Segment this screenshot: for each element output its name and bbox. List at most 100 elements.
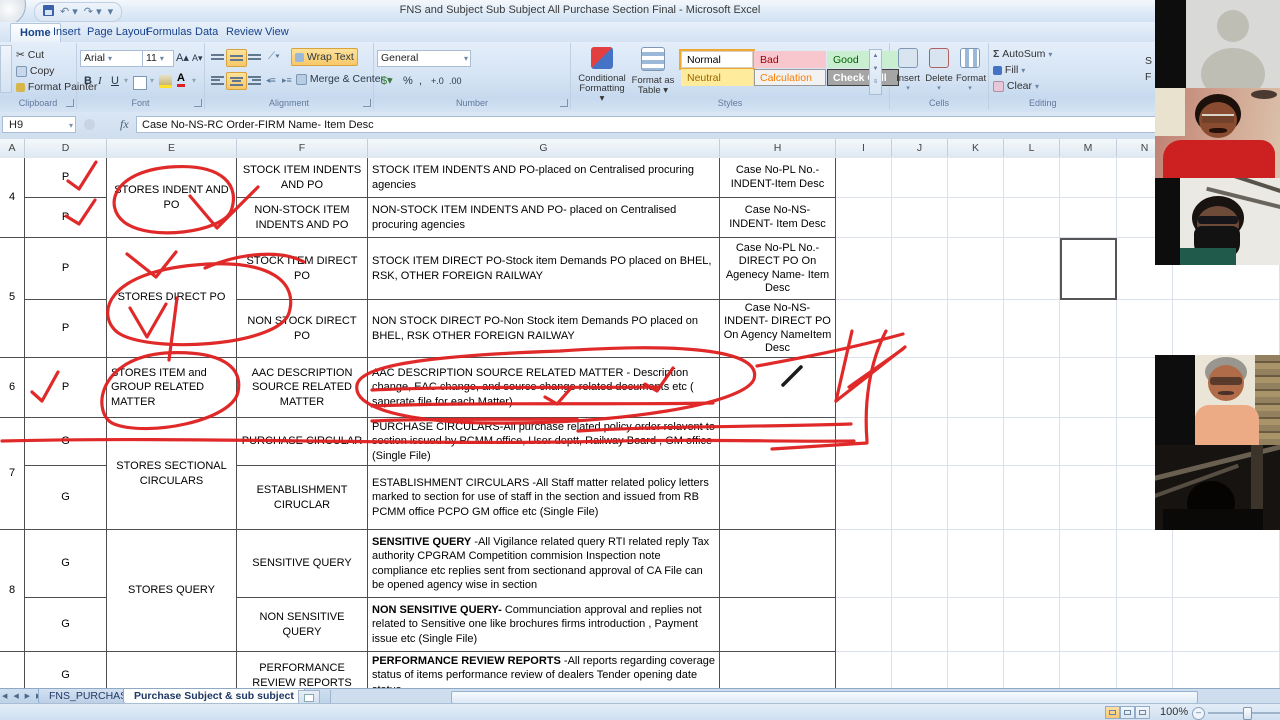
increase-decimal-button[interactable]: +.0	[428, 73, 447, 89]
empty-cell[interactable]	[948, 598, 1004, 652]
sheet-cell[interactable]: 5	[0, 238, 25, 358]
sheet-cell[interactable]	[720, 358, 836, 418]
empty-cell[interactable]	[892, 158, 948, 198]
column-header-D[interactable]: D	[25, 139, 107, 157]
sheet-cell[interactable]	[720, 598, 836, 652]
sheet-cell[interactable]: STORES QUERY	[107, 530, 237, 652]
video-tile-3[interactable]	[1155, 178, 1280, 265]
sheet-cell[interactable]: PERFORMANCE REVIEW REPORTS -All reports …	[368, 652, 720, 688]
empty-cell[interactable]	[1004, 198, 1060, 238]
column-header-G[interactable]: G	[368, 139, 720, 157]
empty-cell[interactable]	[948, 530, 1004, 598]
zoom-out-button[interactable]: –	[1192, 707, 1205, 720]
empty-cell[interactable]	[1060, 418, 1117, 466]
empty-cell[interactable]	[948, 652, 1004, 688]
sheet-cell[interactable]: NON SENSITIVE QUERY	[237, 598, 368, 652]
shrink-font-button[interactable]: A▾	[189, 50, 206, 66]
sheet-cell[interactable]: P	[25, 198, 107, 238]
empty-cell[interactable]	[836, 466, 892, 530]
empty-cell[interactable]	[892, 598, 948, 652]
sheet-cell[interactable]: NON STOCK DIRECT PO	[237, 300, 368, 358]
find-select-button-partial[interactable]: F	[1145, 71, 1151, 83]
empty-cell[interactable]	[948, 158, 1004, 198]
paste-button-partial[interactable]	[0, 45, 12, 93]
video-tile-1[interactable]	[1155, 0, 1280, 88]
empty-cell[interactable]	[836, 158, 892, 198]
sheet-cell[interactable]: G	[25, 598, 107, 652]
align-right-button[interactable]	[245, 72, 264, 88]
underline-dropdown-icon[interactable]: ▾	[121, 73, 131, 89]
sheet-cell[interactable]: NON STOCK DIRECT PO-Non Stock item Deman…	[368, 300, 720, 358]
align-bottom-button[interactable]	[245, 49, 264, 65]
empty-cell[interactable]	[948, 466, 1004, 530]
sheet-cell[interactable]	[720, 652, 836, 688]
column-header-F[interactable]: F	[237, 139, 368, 157]
cell-style-calculation[interactable]: Calculation	[754, 69, 826, 86]
align-left-button[interactable]	[208, 72, 227, 88]
empty-cell[interactable]	[1004, 598, 1060, 652]
sheet-cell[interactable]: STORES ITEM and GROUP RELATED MATTER	[107, 358, 237, 418]
clipboard-dialog-launcher[interactable]	[66, 99, 74, 107]
font-color-button[interactable]: A	[177, 73, 185, 87]
sheet-cell[interactable]: ESTABLISHMENT CIRCULARS -All Staff matte…	[368, 466, 720, 530]
empty-cell[interactable]	[1060, 198, 1117, 238]
sheet-cell[interactable]: Case No-NS- INDENT- Item Desc	[720, 198, 836, 238]
column-header-L[interactable]: L	[1004, 139, 1060, 157]
sheet-cell[interactable]: P	[25, 238, 107, 300]
font-name-combo[interactable]: Arial ▾	[80, 50, 143, 67]
sheet-cell[interactable]: PURCHASE CIRCULARS-All purchase related …	[368, 418, 720, 466]
empty-cell[interactable]	[836, 530, 892, 598]
percent-button[interactable]: %	[400, 73, 416, 89]
font-color-dropdown-icon[interactable]: ▾	[189, 73, 199, 89]
zoom-level[interactable]: 100%	[1160, 706, 1188, 718]
zoom-slider-thumb[interactable]	[1243, 707, 1252, 720]
empty-cell[interactable]	[1173, 300, 1280, 358]
empty-cell[interactable]	[948, 358, 1004, 418]
sheet-cell[interactable]: P	[25, 358, 107, 418]
font-dialog-launcher[interactable]	[194, 99, 202, 107]
empty-cell[interactable]	[1060, 530, 1117, 598]
selected-cell[interactable]	[1060, 238, 1117, 300]
empty-cell[interactable]	[892, 198, 948, 238]
empty-cell[interactable]	[1060, 300, 1117, 358]
sheet-cell[interactable]: AAC DESCRIPTION SOURCE RELATED MATTER	[237, 358, 368, 418]
cell-style-check-cell[interactable]: Check Cell	[827, 69, 899, 86]
video-tile-5[interactable]	[1155, 445, 1280, 530]
sheet-cell[interactable]	[720, 418, 836, 466]
sheet-cell[interactable]: G	[25, 652, 107, 688]
sheet-cell[interactable]: 7	[0, 418, 25, 530]
horizontal-scrollbar[interactable]	[330, 690, 1280, 704]
italic-button[interactable]: I	[95, 73, 105, 89]
sheet-cell[interactable]	[0, 652, 25, 688]
video-tile-2[interactable]	[1155, 88, 1280, 178]
column-header-E[interactable]: E	[107, 139, 237, 157]
empty-cell[interactable]	[1173, 598, 1280, 652]
empty-cell[interactable]	[1060, 598, 1117, 652]
tab-view[interactable]: View	[256, 23, 298, 42]
empty-cell[interactable]	[1173, 530, 1280, 598]
empty-cell[interactable]	[1004, 530, 1060, 598]
number-format-combo[interactable]: General ▾	[377, 50, 471, 67]
empty-cell[interactable]	[836, 418, 892, 466]
empty-cell[interactable]	[1004, 238, 1060, 300]
sheet-cell[interactable]: G	[25, 466, 107, 530]
sheet-cell[interactable]: NON-STOCK ITEM INDENTS AND PO	[237, 198, 368, 238]
sheet-cell[interactable]: NON-STOCK ITEM INDENTS AND PO- placed on…	[368, 198, 720, 238]
format-as-table-button[interactable]: Format as Table ▾	[629, 47, 677, 96]
comma-button[interactable]: ,	[416, 73, 425, 89]
video-tile-4[interactable]	[1155, 355, 1280, 445]
sheet-cell[interactable]: STORES INDENT AND PO	[107, 158, 237, 238]
sheet-cell[interactable]: STOCK ITEM DIRECT PO	[237, 238, 368, 300]
empty-cell[interactable]	[1004, 466, 1060, 530]
empty-cell[interactable]	[948, 238, 1004, 300]
empty-cell[interactable]	[892, 466, 948, 530]
page-break-view-button[interactable]	[1135, 706, 1150, 719]
bold-button[interactable]: B	[81, 73, 95, 89]
autosum-button[interactable]: Σ AutoSum ▾	[993, 48, 1052, 60]
sheet-cell[interactable]: STOCK ITEM INDENTS AND PO-placed on Cent…	[368, 158, 720, 198]
empty-cell[interactable]	[948, 198, 1004, 238]
accounting-format-button[interactable]: $▾	[378, 73, 396, 89]
sheet-cell[interactable]: P	[25, 158, 107, 198]
page-layout-view-button[interactable]	[1120, 706, 1135, 719]
column-header-M[interactable]: M	[1060, 139, 1117, 157]
